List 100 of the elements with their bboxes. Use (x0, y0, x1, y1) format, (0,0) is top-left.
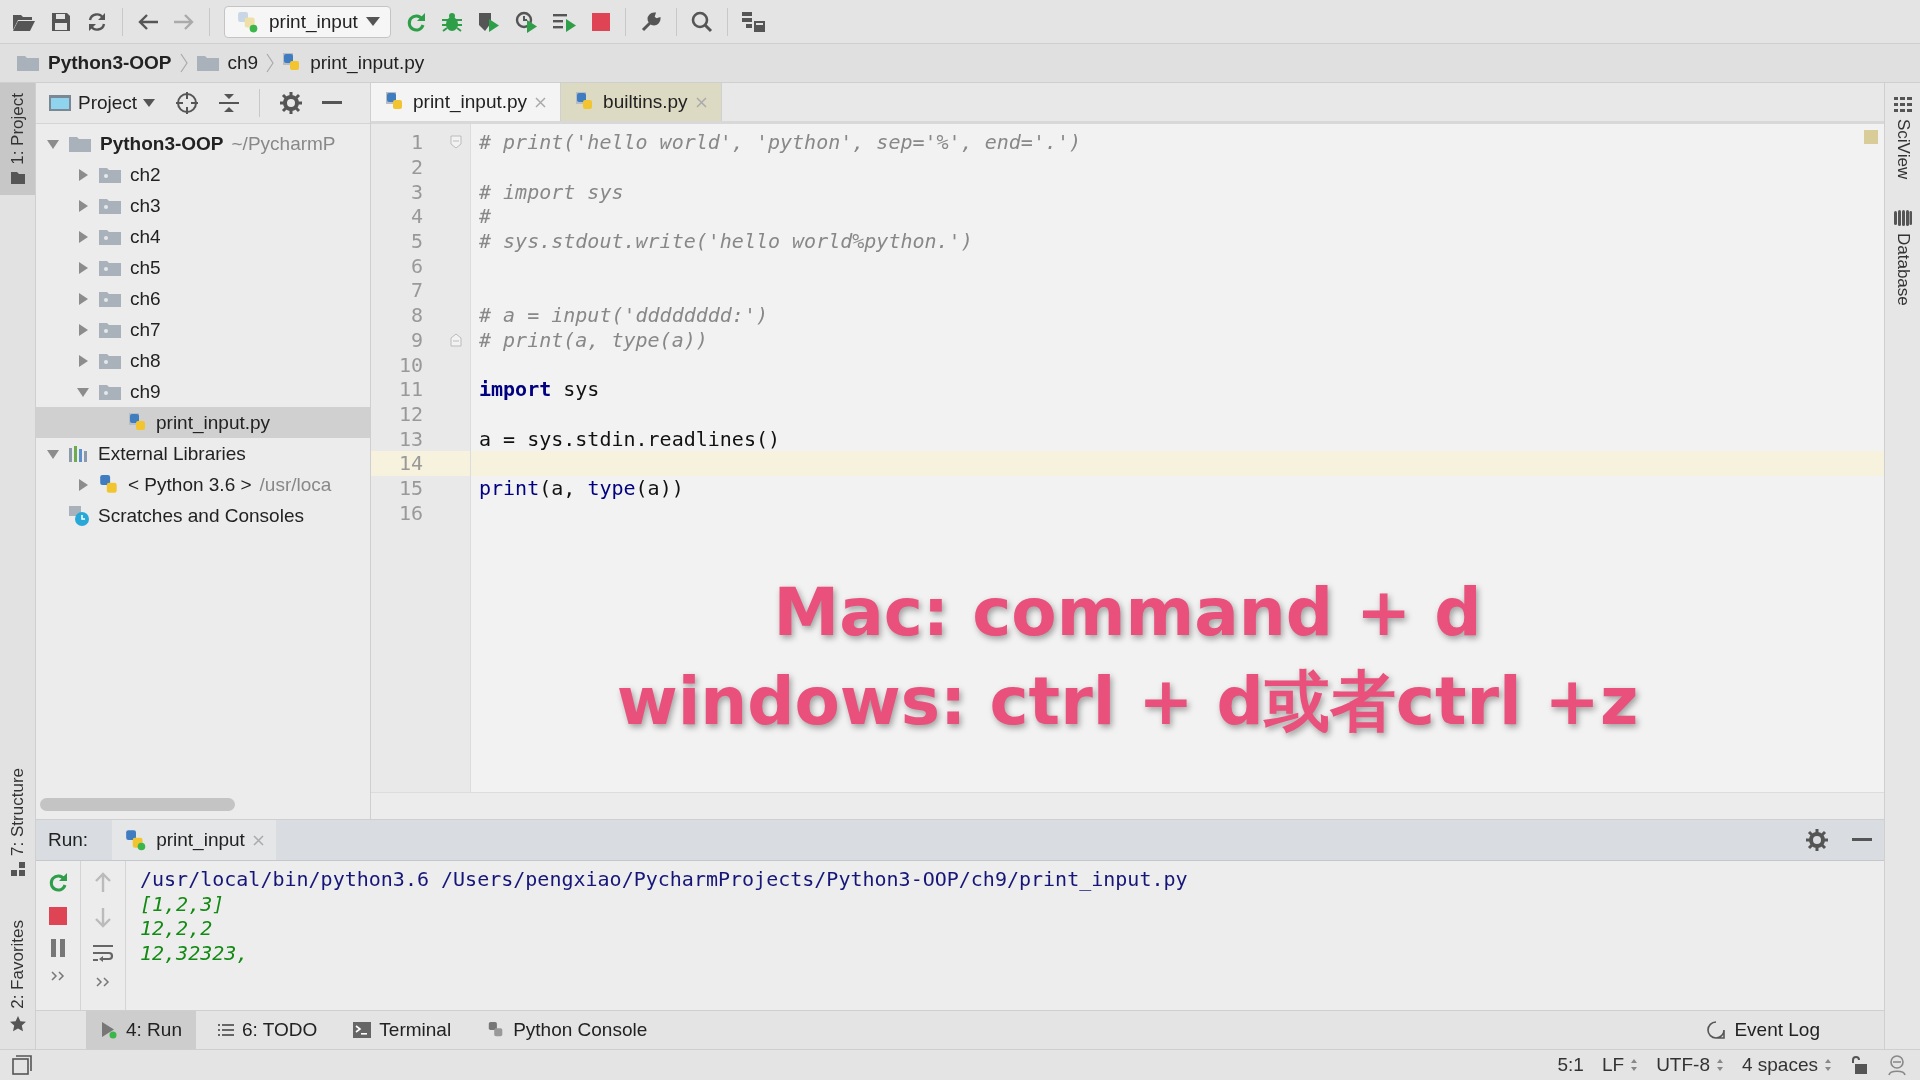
fold-marker-icon[interactable] (450, 135, 462, 150)
tree-item[interactable]: ch9 (36, 376, 370, 407)
line-number: 12 (397, 401, 423, 426)
close-icon[interactable] (535, 96, 547, 108)
bug-icon[interactable] (440, 10, 463, 33)
code-line: # sys.stdout.write('hello world%python.') (479, 229, 973, 254)
collapsed-arrow-icon[interactable] (76, 198, 90, 213)
back-arrow-icon[interactable] (137, 12, 159, 31)
minimize-icon[interactable] (1852, 838, 1872, 842)
tool-window-button[interactable]: SciView (1892, 97, 1913, 180)
tree-item[interactable]: External Libraries (36, 438, 370, 469)
more-icon[interactable] (51, 971, 65, 981)
console-line: /usr/local/bin/python3.6 /Users/pengxiao/PycharmProjects/Python3-OOP/ch9/print_input.py (140, 867, 1189, 892)
sync-icon[interactable] (86, 10, 108, 33)
tree-item[interactable]: ch6 (36, 283, 370, 314)
scrollbar-thumb[interactable] (40, 797, 235, 811)
collapsed-arrow-icon[interactable] (76, 229, 90, 244)
minimize-icon[interactable] (322, 101, 343, 105)
tool-window-button[interactable]: 1: Project (0, 83, 35, 195)
profiler-icon[interactable] (514, 10, 539, 33)
close-icon[interactable] (695, 96, 707, 108)
inspector-icon[interactable] (1886, 1054, 1908, 1076)
tree-item[interactable]: Scratches and Consoles (36, 500, 370, 531)
tool-window-button[interactable]: Database (1892, 209, 1913, 306)
folder-icon (98, 165, 122, 184)
console-line: 12,2,2 (140, 916, 214, 941)
folder-icon (68, 134, 92, 153)
wrench-icon[interactable] (639, 10, 662, 33)
tool-window-button[interactable]: 7: Structure (0, 758, 35, 887)
soft-wrap-icon[interactable] (92, 943, 114, 963)
line-number: 1 (409, 130, 423, 155)
line-number: 15 (397, 475, 423, 500)
save-icon[interactable] (50, 10, 72, 33)
down-arrow-icon[interactable] (94, 907, 112, 929)
breadcrumb-item[interactable]: print_input.py (282, 52, 425, 74)
tool-window-tab[interactable]: Terminal (339, 1011, 466, 1049)
encoding-selector[interactable]: UTF-8 (1656, 1054, 1724, 1076)
collapsed-arrow-icon[interactable] (76, 353, 90, 368)
list-icon (218, 1023, 234, 1037)
tool-window-tab[interactable]: 6: TODO (204, 1011, 332, 1049)
tree-item[interactable]: ch8 (36, 345, 370, 376)
coverage-icon[interactable] (476, 10, 501, 33)
settings-icon[interactable] (280, 92, 303, 114)
collapsed-arrow-icon[interactable] (76, 291, 90, 306)
collapsed-arrow-icon[interactable] (76, 477, 90, 492)
tool-window-button[interactable]: 2: Favorites (0, 910, 35, 1043)
tool-window-tab[interactable]: 4: Run (86, 1011, 196, 1049)
stop-icon[interactable] (590, 11, 611, 32)
up-arrow-icon[interactable] (94, 871, 112, 893)
line-number: 3 (409, 179, 423, 204)
project-view-dropdown[interactable]: Project (48, 92, 156, 114)
chevron-icon (179, 53, 188, 73)
tool-window-tab[interactable]: Python Console (473, 1011, 662, 1049)
panel-toggle-icon[interactable] (12, 1055, 32, 1075)
forward-arrow-icon[interactable] (173, 12, 195, 31)
python-icon (98, 473, 120, 496)
tree-item[interactable]: print_input.py (36, 407, 370, 438)
structure-icon[interactable] (741, 10, 766, 33)
line-number: 11 (397, 377, 423, 402)
locate-icon[interactable] (175, 91, 200, 115)
search-icon[interactable] (690, 10, 713, 33)
collapsed-arrow-icon[interactable] (76, 322, 90, 337)
breadcrumb-item[interactable]: Python3-OOP (16, 52, 172, 74)
folder-icon (195, 54, 220, 72)
tree-item[interactable]: ch3 (36, 190, 370, 221)
inspection-marker (1864, 130, 1878, 144)
tree-item[interactable]: Python3-OOP ~/PycharmP (36, 128, 370, 159)
collapsed-arrow-icon[interactable] (76, 167, 90, 182)
event-log-button[interactable]: Event Log (1692, 1011, 1834, 1049)
editor-tab[interactable]: print_input.py (371, 83, 562, 121)
folder-icon (98, 320, 122, 339)
run-configuration-dropdown[interactable]: print_input (224, 5, 391, 38)
folder-icon (98, 258, 122, 277)
unlocked-padlock-icon[interactable] (1850, 1055, 1868, 1075)
editor-tab[interactable]: builtins.py (561, 83, 722, 121)
collapse-all-icon[interactable] (219, 92, 240, 114)
code-line: # a = input('dddddddd:') (479, 303, 768, 328)
line-separator-selector[interactable]: LF (1601, 1054, 1639, 1076)
more-icon[interactable] (96, 977, 110, 987)
close-icon[interactable] (252, 834, 264, 846)
tree-item[interactable]: ch5 (36, 252, 370, 283)
run-tab[interactable]: print_input (112, 820, 276, 860)
breadcrumb-item[interactable]: ch9 (195, 52, 259, 74)
rerun-icon[interactable] (47, 871, 69, 893)
caption-text: Mac: command + d (773, 574, 1482, 651)
line-number: 16 (397, 500, 423, 525)
tree-item[interactable]: ch7 (36, 314, 370, 345)
run-lines-icon[interactable] (552, 11, 577, 32)
fold-marker-icon[interactable] (450, 332, 462, 347)
tree-item[interactable]: ch4 (36, 221, 370, 252)
pause-icon[interactable] (50, 939, 66, 957)
settings-icon[interactable] (1806, 829, 1828, 851)
caret-position[interactable]: 5:1 (1557, 1054, 1584, 1076)
tree-item[interactable]: ch2 (36, 159, 370, 190)
library-icon (68, 444, 90, 463)
folder-icon (98, 382, 122, 401)
collapsed-arrow-icon[interactable] (76, 260, 90, 275)
code-line: a = sys.stdin.readlines() (479, 426, 781, 451)
indent-selector[interactable]: 4 spaces (1741, 1054, 1832, 1076)
tree-item[interactable]: < Python 3.6 > /usr/loca (36, 469, 370, 500)
